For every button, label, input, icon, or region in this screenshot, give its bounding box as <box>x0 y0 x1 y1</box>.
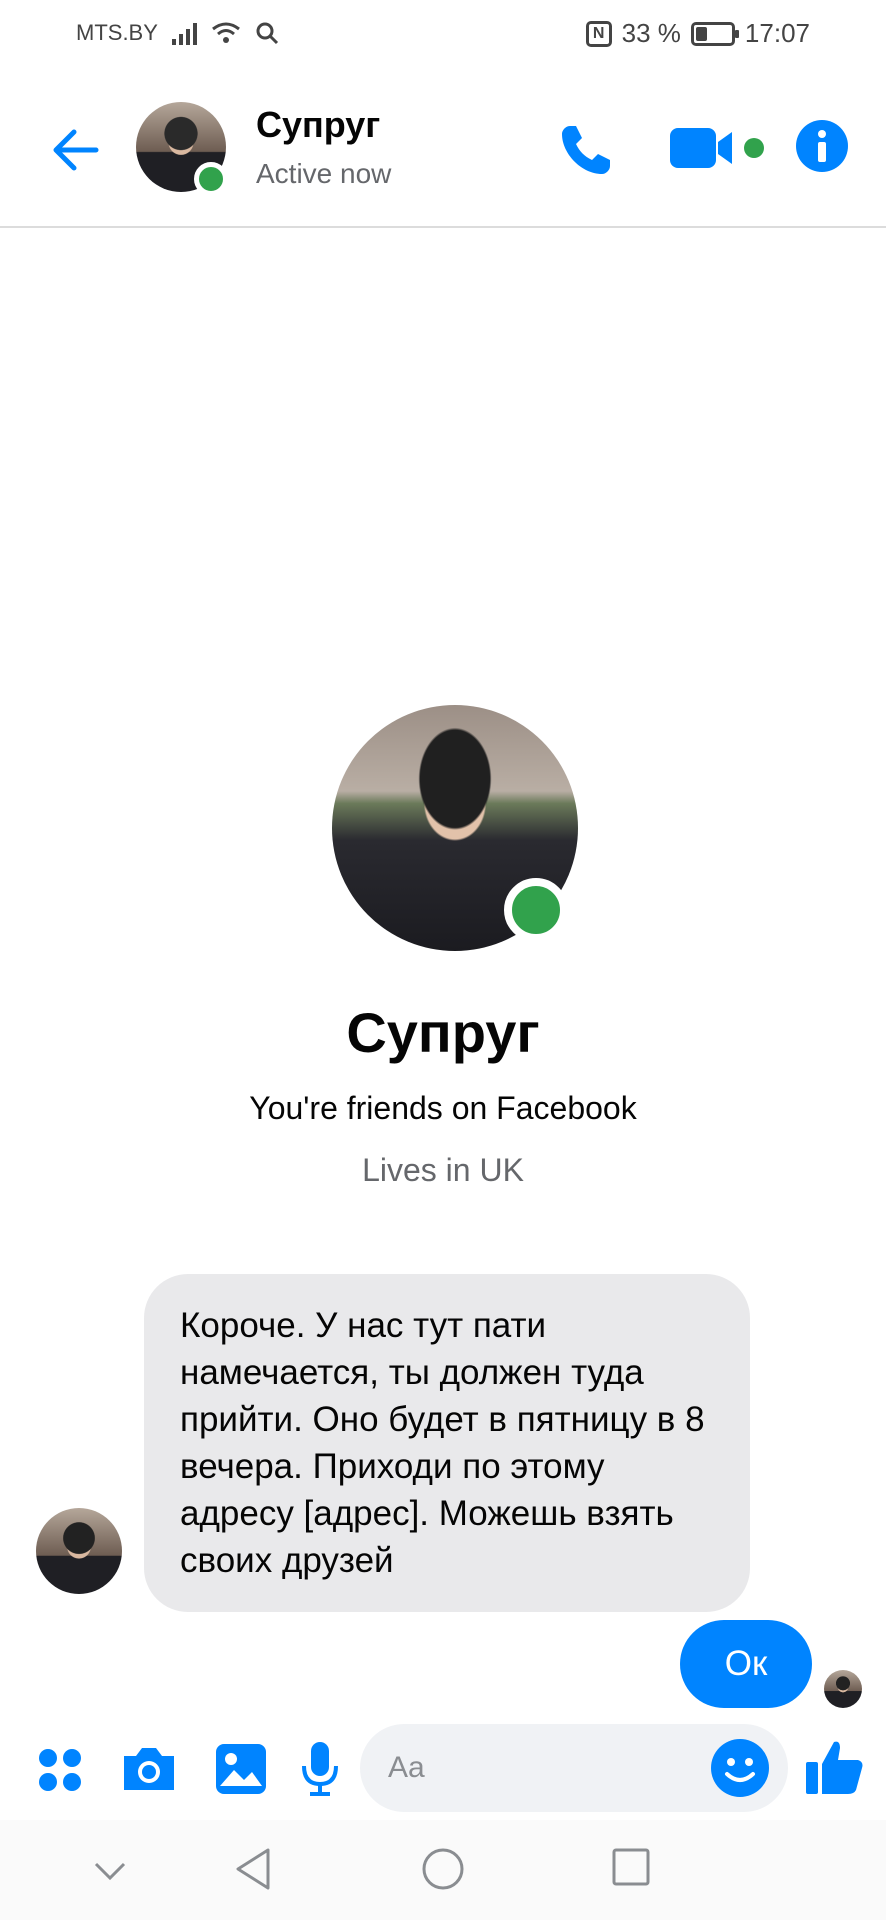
signal-icon <box>171 21 197 45</box>
status-right: N 33 % 17:07 <box>585 18 810 49</box>
back-triangle-icon[interactable] <box>232 1846 274 1892</box>
system-navigation-bar <box>0 1820 886 1920</box>
profile-name: Супруг <box>346 1001 540 1064</box>
camera-icon[interactable] <box>120 1744 178 1794</box>
battery-percent: 33 % <box>621 18 681 48</box>
active-status: Active now <box>256 158 392 189</box>
message-input[interactable] <box>388 1724 688 1812</box>
clock: 17:07 <box>744 18 810 48</box>
video-call-icon[interactable] <box>668 122 768 174</box>
status-left: MTS.BY <box>76 20 279 46</box>
emoji-icon[interactable] <box>710 1738 770 1798</box>
microphone-icon[interactable] <box>300 1740 340 1798</box>
home-circle-icon[interactable] <box>420 1846 466 1892</box>
outgoing-message[interactable]: Ок <box>680 1620 812 1708</box>
friends-status: You're friends on Facebook <box>249 1090 637 1126</box>
chat-header: Супруг Active now <box>0 70 886 228</box>
info-icon[interactable] <box>794 118 850 174</box>
sender-avatar[interactable] <box>36 1508 122 1594</box>
gallery-icon[interactable] <box>214 1742 268 1796</box>
apps-menu-icon[interactable] <box>36 1746 84 1794</box>
location-info: Lives in UK <box>362 1152 524 1188</box>
search-icon <box>256 22 278 45</box>
composer-bar <box>0 1718 886 1818</box>
carrier-label: MTS.BY <box>76 20 158 45</box>
recent-apps-square-icon[interactable] <box>610 1846 652 1888</box>
profile-online-indicator <box>504 878 568 942</box>
message-input-container <box>360 1724 788 1812</box>
status-bar: MTS.BY N 33 % 17:07 <box>0 0 886 70</box>
nfc-icon: N <box>585 20 612 47</box>
back-arrow-icon[interactable] <box>48 122 104 178</box>
thumbs-up-icon[interactable] <box>804 1736 866 1798</box>
battery-fill <box>695 26 707 41</box>
messenger-chat-screen: MTS.BY N 33 % 17:07 Супруг Active now Су… <box>0 0 886 1920</box>
wifi-icon <box>211 22 240 43</box>
battery-icon <box>690 21 739 46</box>
incoming-message[interactable]: Короче. У нас тут пати намечается, ты до… <box>144 1274 750 1612</box>
phone-icon[interactable] <box>556 120 616 180</box>
seen-receipt-avatar <box>824 1670 862 1708</box>
online-indicator <box>194 162 228 196</box>
contact-name[interactable]: Супруг <box>256 104 380 146</box>
collapse-chevron-icon[interactable] <box>92 1860 128 1882</box>
